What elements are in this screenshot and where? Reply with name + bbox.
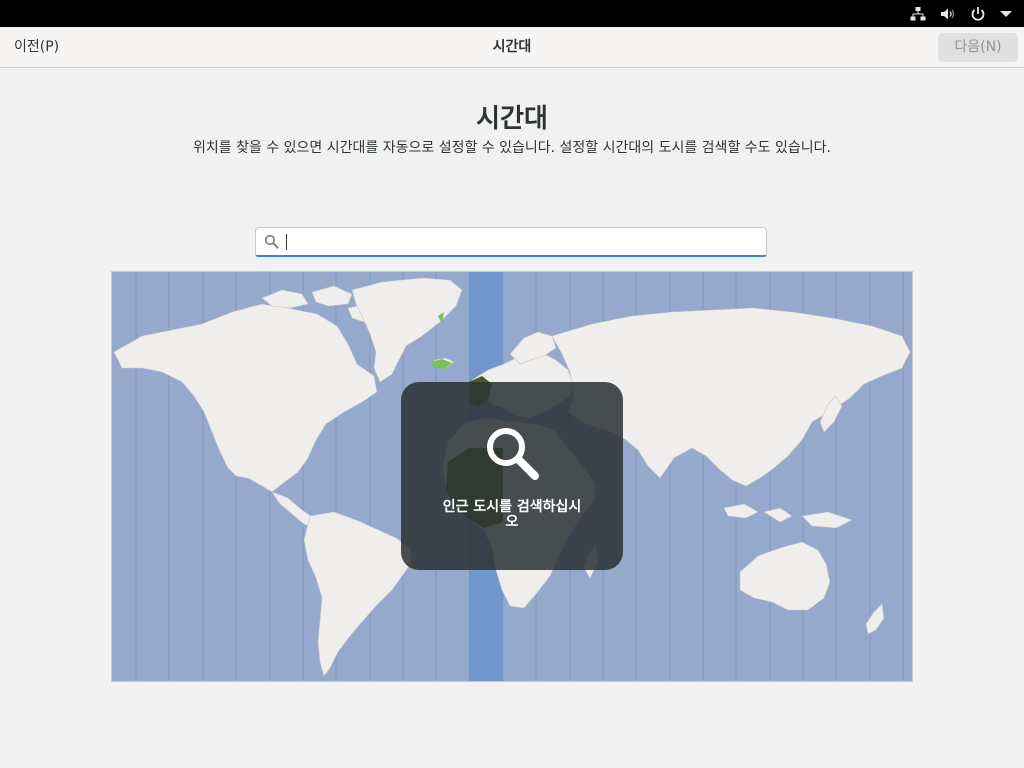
header-title: 시간대: [492, 39, 532, 55]
network-wired-icon[interactable]: [910, 6, 926, 22]
system-top-bar: [0, 0, 1024, 27]
menu-arrow-icon[interactable]: [1000, 10, 1012, 18]
volume-icon[interactable]: [940, 6, 956, 22]
text-caret: [286, 234, 287, 250]
system-tray[interactable]: [910, 4, 1012, 23]
next-button[interactable]: 다음(N): [938, 33, 1018, 62]
page-description: 위치를 찾을 수 있으면 시간대를 자동으로 설정할 수 있습니다. 설정할 시…: [193, 140, 831, 156]
header-bar: 이전(P) 시간대 다음(N): [0, 27, 1024, 68]
search-hint-overlay: 인근 도시를 검색하십시오: [401, 382, 623, 570]
search-input[interactable]: [284, 230, 758, 254]
power-icon[interactable]: [970, 6, 986, 22]
search-icon: [483, 424, 541, 486]
search-icon: [264, 234, 279, 253]
search-hint-text: 인근 도시를 검색하십시오: [442, 499, 582, 530]
search-field[interactable]: [255, 227, 767, 257]
page-title: 시간대: [476, 104, 548, 134]
